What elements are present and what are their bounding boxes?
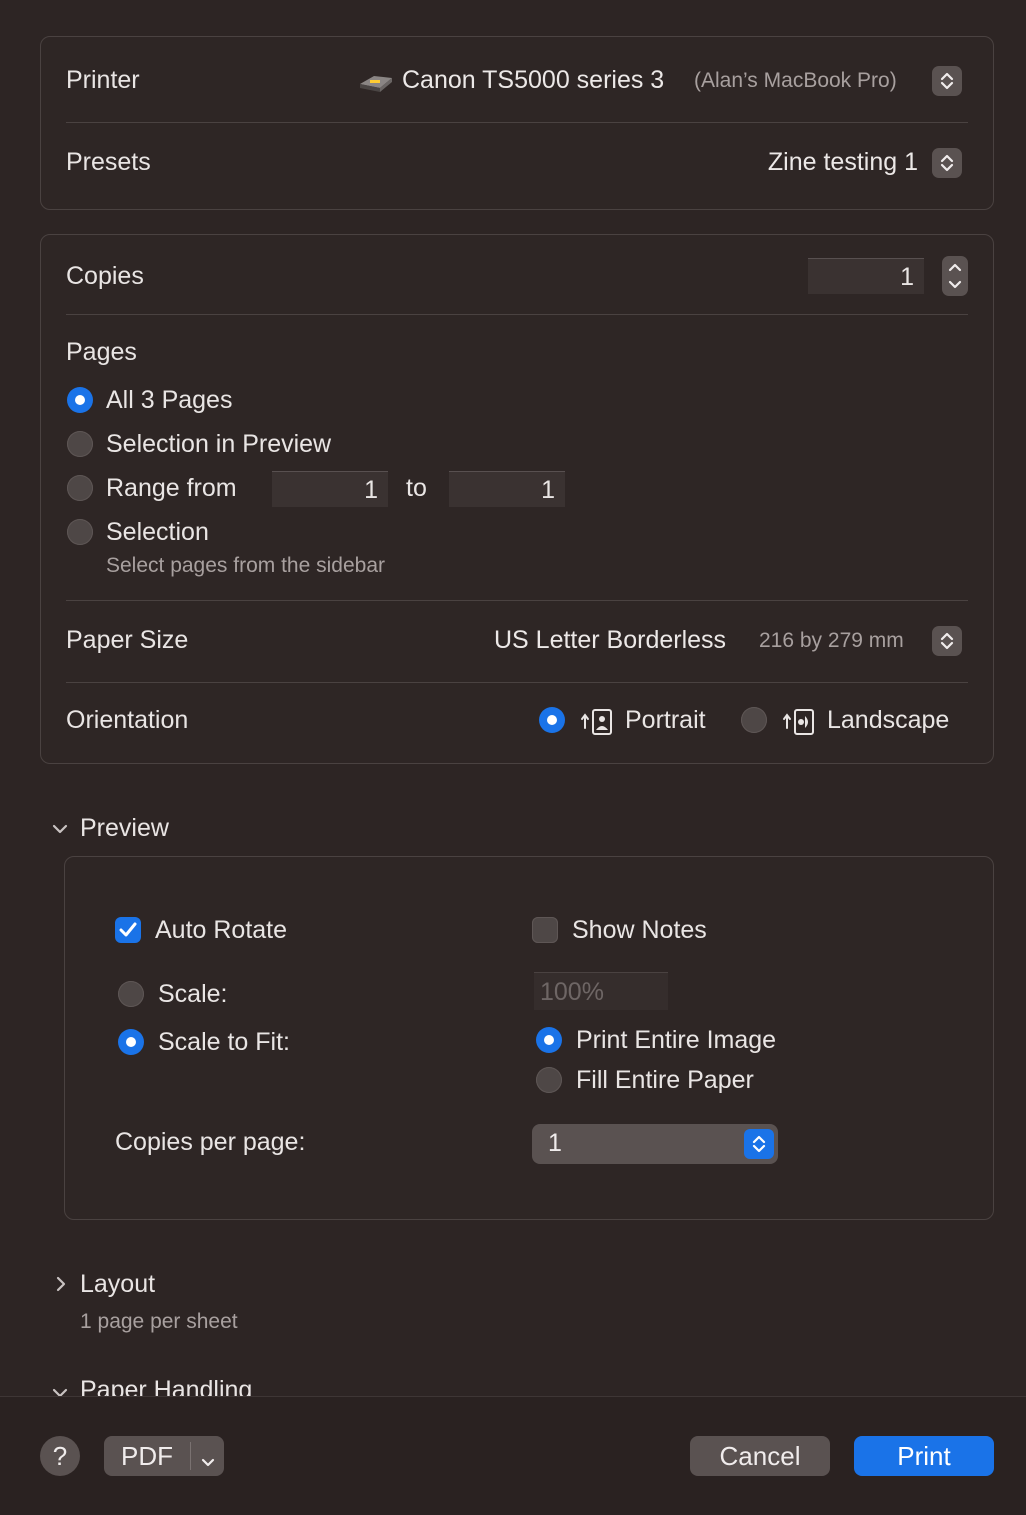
pages-all-label: All 3 Pages (106, 386, 233, 414)
pages-all-radio[interactable] (67, 387, 93, 413)
presets-popup-arrows-icon[interactable] (932, 148, 962, 178)
copies-stepper[interactable] (942, 256, 968, 296)
print-entire-image-label: Print Entire Image (576, 1026, 777, 1054)
show-notes-label: Show Notes (572, 916, 707, 944)
paper-size-divider (66, 682, 968, 683)
preview-section-title[interactable]: Preview (80, 814, 169, 843)
presets-selector[interactable]: Zine testing 1 (700, 144, 966, 184)
pages-selection-radio[interactable] (67, 519, 93, 545)
print-label: Print (897, 1440, 951, 1471)
printer-host: (Alan’s MacBook Pro) (694, 69, 897, 92)
paper-size-popup-arrows-icon[interactable] (932, 626, 962, 656)
pdf-menu-button[interactable]: PDF (104, 1436, 224, 1476)
printer-selector[interactable]: Canon TS5000 series 3 (Alan’s MacBook Pr… (356, 62, 966, 102)
copies-per-page-select[interactable]: 1 (532, 1124, 778, 1164)
range-from-input[interactable]: 1 (272, 471, 388, 507)
scale-radio[interactable] (118, 981, 144, 1007)
cancel-label: Cancel (719, 1440, 801, 1471)
landscape-icon (781, 706, 817, 741)
preview-chevron-down-icon[interactable] (51, 820, 69, 838)
orientation-portrait-label: Portrait (625, 706, 706, 734)
presets-value: Zine testing 1 (767, 148, 918, 176)
layout-chevron-right-icon[interactable] (52, 1275, 70, 1293)
printer-popup-arrows-icon[interactable] (932, 66, 962, 96)
scale-input[interactable]: 100% (534, 972, 668, 1010)
pages-selection-preview-radio[interactable] (67, 431, 93, 457)
copies-label: Copies (66, 262, 144, 290)
pages-range-label: Range from (106, 474, 237, 502)
chevron-down-icon (199, 1447, 217, 1478)
paper-size-dims: 216 by 279 mm (759, 629, 904, 652)
paper-size-value: US Letter Borderless (494, 626, 727, 654)
printer-icon (358, 70, 394, 99)
fill-entire-paper-radio[interactable] (536, 1067, 562, 1093)
orientation-landscape-label: Landscape (827, 706, 950, 734)
scale-to-fit-label: Scale to Fit: (158, 1028, 290, 1056)
orientation-label: Orientation (66, 706, 189, 734)
orientation-portrait-radio[interactable] (539, 707, 565, 733)
paper-size-label: Paper Size (66, 626, 189, 654)
orientation-landscape-radio[interactable] (741, 707, 767, 733)
auto-rotate-label: Auto Rotate (155, 916, 288, 944)
pages-selection-label: Selection (106, 518, 209, 546)
copies-input[interactable]: 1 (808, 258, 924, 294)
pdf-separator (190, 1442, 191, 1470)
printer-name: Canon TS5000 series 3 (402, 66, 665, 94)
copies-per-page-label: Copies per page: (115, 1128, 306, 1156)
layout-summary: 1 page per sheet (80, 1310, 238, 1333)
portrait-icon (579, 706, 615, 741)
auto-rotate-checkbox[interactable] (115, 917, 141, 943)
print-entire-image-radio[interactable] (536, 1027, 562, 1053)
scale-to-fit-radio[interactable] (118, 1029, 144, 1055)
copies-per-page-value: 1 (548, 1129, 562, 1157)
printer-label: Printer (66, 66, 140, 94)
pages-selection-hint: Select pages from the sidebar (106, 554, 385, 577)
show-notes-checkbox[interactable] (532, 917, 558, 943)
checkmark-icon (119, 922, 137, 937)
pages-divider (66, 600, 968, 601)
help-button[interactable]: ? (40, 1436, 80, 1476)
printer-divider (66, 122, 968, 123)
select-arrows-icon[interactable] (744, 1129, 774, 1159)
presets-label: Presets (66, 148, 151, 176)
chevron-up-icon[interactable] (947, 260, 963, 278)
help-icon: ? (52, 1440, 68, 1471)
pages-selection-preview-label: Selection in Preview (106, 430, 332, 458)
pdf-label: PDF (121, 1440, 173, 1471)
chevron-down-icon[interactable] (947, 278, 963, 296)
pages-range-radio[interactable] (67, 475, 93, 501)
range-to-label: to (406, 474, 427, 502)
print-button[interactable]: Print (854, 1436, 994, 1476)
cancel-button[interactable]: Cancel (690, 1436, 830, 1476)
layout-section-title[interactable]: Layout (80, 1270, 155, 1299)
pages-label: Pages (66, 338, 137, 366)
scale-label: Scale: (158, 980, 228, 1008)
copies-divider (66, 314, 968, 315)
range-to-input[interactable]: 1 (449, 471, 565, 507)
fill-entire-paper-label: Fill Entire Paper (576, 1066, 754, 1094)
paper-size-selector[interactable]: US Letter Borderless 216 by 279 mm (470, 622, 966, 662)
